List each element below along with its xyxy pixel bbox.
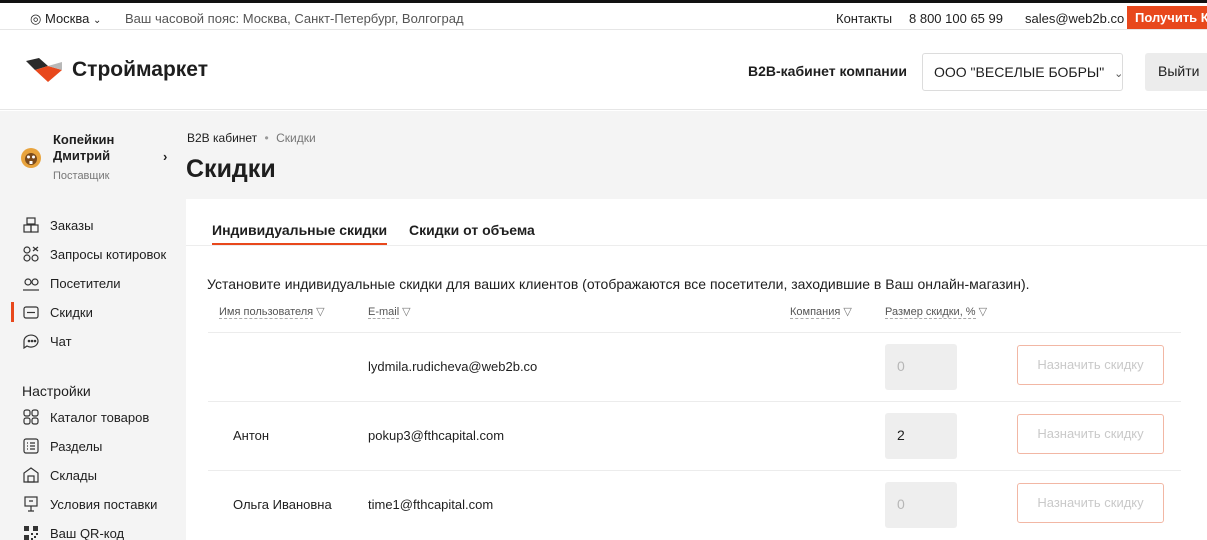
company-select[interactable]: ООО "ВЕСЕЛЫЕ БОБРЫ" ⌄ — [922, 53, 1123, 91]
sidebar-item-delivery-terms[interactable]: Условия поставки — [0, 490, 175, 518]
timezone-text: Ваш часовой пояс: Москва, Санкт-Петербур… — [125, 11, 464, 26]
breadcrumb-root[interactable]: B2B кабинет — [187, 131, 257, 145]
sidebar-item-label: Условия поставки — [50, 496, 158, 512]
breadcrumb: B2B кабинет • Скидки — [187, 131, 316, 145]
sidebar-item-label: Разделы — [50, 438, 103, 454]
breadcrumb-separator: • — [264, 131, 269, 145]
tabs-divider — [186, 245, 1207, 246]
sidebar-item-label: Склады — [50, 467, 97, 483]
sidebar-item-discounts[interactable]: Скидки — [0, 298, 175, 326]
filter-icon[interactable]: ▽ — [316, 306, 324, 318]
sidebar-item-quotes[interactable]: Запросы котировок — [0, 240, 175, 268]
warehouse-icon — [22, 466, 40, 484]
column-header-label: Имя пользователя — [219, 306, 314, 319]
table-row: lydmila.rudicheva@web2b.co 0 Назначить с… — [208, 332, 1181, 401]
settings-section-title: Настройки — [22, 383, 91, 399]
sidebar-item-chat[interactable]: Чат — [0, 327, 175, 355]
filter-icon[interactable]: ▽ — [402, 306, 410, 318]
intro-text: Установите индивидуальные скидки для ваш… — [207, 276, 1030, 292]
user-name-line1: Копейкин — [53, 132, 115, 147]
column-header-email[interactable]: E-mail ▽ — [368, 305, 411, 319]
sidebar-item-qr-code[interactable]: Ваш QR-код — [0, 519, 175, 540]
sidebar-item-label: Чат — [50, 333, 72, 349]
page-body: Копейкин Дмитрий › Поставщик Заказы Запр… — [0, 111, 1207, 540]
location-pin-icon: ◎ — [30, 11, 42, 26]
city-label: Москва — [44, 11, 90, 26]
sidebar-item-label: Посетители — [50, 275, 121, 291]
row-user-name: Ольга Ивановна — [233, 497, 332, 512]
row-email: lydmila.rudicheva@web2b.co — [368, 359, 538, 374]
company-select-value: ООО "ВЕСЕЛЫЕ БОБРЫ" — [934, 64, 1105, 80]
table-row: Антон pokup3@fthcapital.com 2 Назначить … — [208, 401, 1181, 470]
phone-link[interactable]: 8 800 100 65 99 — [909, 11, 1003, 26]
chevron-down-icon: ⌄ — [1114, 68, 1124, 80]
tab-volume-discounts[interactable]: Скидки от объема — [409, 222, 535, 238]
row-email: pokup3@fthcapital.com — [368, 428, 505, 443]
sidebar-item-visitors[interactable]: Посетители — [0, 269, 175, 297]
breadcrumb-current: Скидки — [276, 131, 316, 145]
discount-input[interactable]: 0 — [885, 482, 957, 528]
sidebar-item-catalog[interactable]: Каталог товаров — [0, 403, 175, 431]
column-header-user[interactable]: Имя пользователя ▽ — [219, 305, 325, 319]
column-header-label: E-mail — [368, 306, 400, 319]
cabinet-label: B2B-кабинет компании — [748, 63, 907, 79]
qr-icon — [22, 524, 40, 540]
column-header-label: Размер скидки, % — [885, 306, 976, 319]
sidebar-item-label: Заказы — [50, 217, 94, 233]
wallet-icon — [22, 303, 40, 321]
assign-discount-button[interactable]: Назначить скидку — [1017, 345, 1164, 385]
quotes-icon — [22, 245, 40, 263]
sidebar-item-label: Каталог товаров — [50, 409, 150, 425]
discounts-card: Индивидуальные скидки Скидки от объема У… — [186, 199, 1207, 540]
chevron-down-icon: ⌄ — [92, 15, 102, 26]
user-name-line2: Дмитрий — [53, 148, 111, 163]
column-header-company[interactable]: Компания ▽ — [790, 305, 852, 319]
email-link[interactable]: sales@web2b.co — [1025, 11, 1124, 26]
discount-input[interactable]: 2 — [885, 413, 957, 459]
sidebar-item-sections[interactable]: Разделы — [0, 432, 175, 460]
page-title: Скидки — [186, 155, 276, 183]
tab-individual-discounts[interactable]: Индивидуальные скидки — [212, 222, 388, 246]
column-header-discount[interactable]: Размер скидки, % ▽ — [885, 305, 987, 319]
user-name: Копейкин Дмитрий — [53, 132, 114, 164]
visitors-icon — [22, 274, 40, 292]
assign-discount-button[interactable]: Назначить скидку — [1017, 483, 1164, 523]
filter-icon[interactable]: ▽ — [979, 306, 987, 318]
top-info-bar: ◎ Москва ⌄ Ваш часовой пояс: Москва, Сан… — [0, 0, 1207, 30]
delivery-icon — [22, 495, 40, 513]
assign-discount-button[interactable]: Назначить скидку — [1017, 414, 1164, 454]
contacts-link[interactable]: Контакты — [836, 11, 892, 26]
sidebar-item-warehouses[interactable]: Склады — [0, 461, 175, 489]
chat-icon — [22, 332, 40, 350]
column-header-label: Компания — [790, 306, 841, 319]
user-profile[interactable]: Копейкин Дмитрий › Поставщик — [0, 111, 175, 201]
avatar — [21, 148, 41, 168]
catalog-icon — [22, 408, 40, 426]
header: Строймаркет B2B-кабинет компании ООО "ВЕ… — [0, 30, 1207, 110]
boxes-icon — [22, 216, 40, 234]
get-offer-button[interactable]: Получить КП — [1127, 6, 1207, 29]
user-role: Поставщик — [53, 170, 110, 182]
logo-icon — [26, 58, 62, 82]
discount-input[interactable]: 0 — [885, 344, 957, 390]
city-selector[interactable]: ◎ Москва ⌄ — [30, 11, 101, 27]
sidebar-item-label: Запросы котировок — [50, 246, 167, 262]
logo-text: Строймаркет — [72, 58, 208, 81]
list-icon — [22, 437, 40, 455]
sidebar-item-label: Ваш QR-код — [50, 525, 125, 540]
row-email: time1@fthcapital.com — [368, 497, 494, 512]
logo[interactable]: Строймаркет — [26, 57, 208, 83]
filter-icon[interactable]: ▽ — [843, 306, 851, 318]
sidebar-item-label: Скидки — [50, 304, 93, 320]
sidebar-item-orders[interactable]: Заказы — [0, 211, 175, 239]
chevron-right-icon: › — [163, 149, 168, 164]
row-user-name: Антон — [233, 428, 270, 443]
logout-button[interactable]: Выйти — [1145, 53, 1207, 91]
table-row: Ольга Ивановна time1@fthcapital.com 0 На… — [208, 470, 1181, 539]
